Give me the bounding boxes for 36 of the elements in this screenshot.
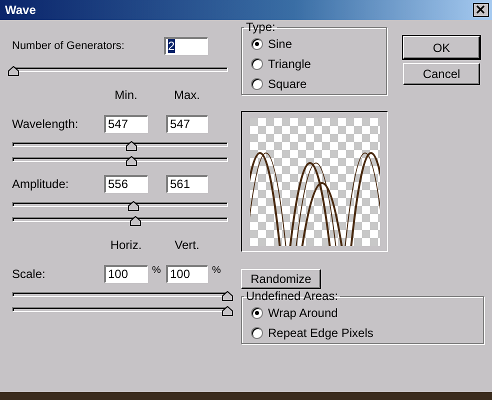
parameter-label: Wavelength: — [12, 117, 80, 131]
radio-option[interactable]: Sine — [251, 34, 386, 54]
generators-field[interactable]: 2 — [164, 37, 208, 55]
parameter-label: Scale: — [12, 267, 46, 281]
group-title: Type: — [245, 20, 276, 34]
slider-thumb[interactable] — [222, 306, 233, 316]
number-field[interactable]: 556 — [104, 175, 148, 193]
window-title: Wave — [5, 3, 36, 17]
slider-thumb[interactable] — [130, 216, 141, 226]
column-heading: Max. — [172, 88, 201, 102]
radio-option[interactable]: Triangle — [251, 54, 386, 74]
column-heading: Vert. — [174, 238, 200, 252]
slider-thumb[interactable] — [126, 141, 137, 151]
number-field[interactable]: 547 — [104, 115, 148, 133]
number-field[interactable]: 100 — [104, 265, 148, 283]
radio-option[interactable]: Square — [251, 74, 386, 94]
column-heading: Horiz. — [109, 238, 143, 252]
number-field[interactable]: 100 — [166, 265, 208, 283]
slider-thumb[interactable] — [222, 291, 233, 301]
dialog-button[interactable]: OK — [403, 36, 480, 59]
slider-thumb[interactable] — [126, 156, 137, 166]
number-field[interactable]: 547 — [166, 115, 208, 133]
slider-thumb[interactable] — [128, 201, 139, 211]
group-title: Undefined Areas: — [245, 289, 340, 303]
unit-label: % — [151, 265, 162, 277]
close-icon[interactable] — [473, 3, 489, 17]
radio-option[interactable]: Repeat Edge Pixels — [251, 323, 483, 343]
randomize-button[interactable]: Randomize — [241, 269, 321, 289]
radio-option[interactable]: Wrap Around — [251, 303, 483, 323]
number-field[interactable]: 561 — [166, 175, 208, 193]
unit-label: % — [211, 265, 222, 277]
slider-thumb[interactable] — [8, 66, 19, 76]
dialog-button[interactable]: Cancel — [403, 63, 480, 85]
generators-label: Number of Generators: — [12, 40, 126, 52]
parameter-label: Amplitude: — [12, 177, 70, 191]
column-heading: Min. — [114, 88, 138, 102]
